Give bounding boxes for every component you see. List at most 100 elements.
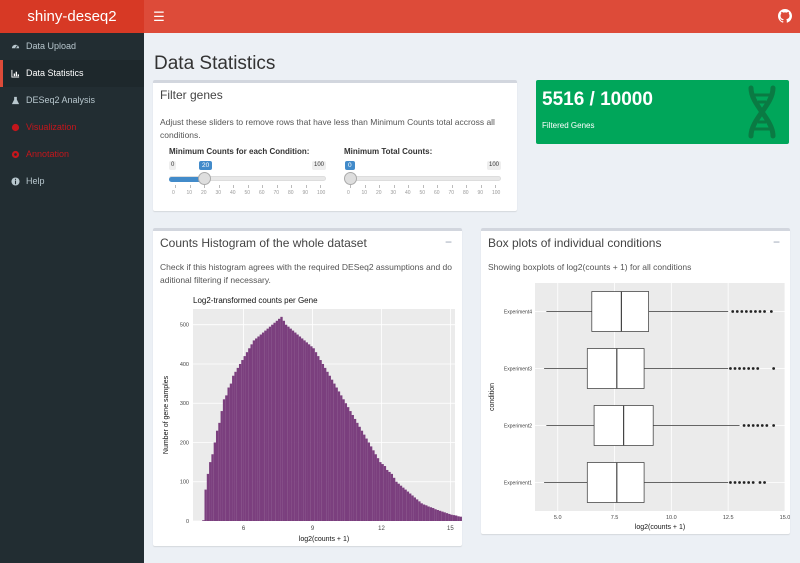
histogram-bar xyxy=(363,434,366,521)
box xyxy=(586,462,645,503)
histogram-chart: 0 100 200 300 400 500 6 9 12 15 Log2-transformed c… xyxy=(163,296,462,543)
outlier-point xyxy=(772,367,776,370)
histogram-bar xyxy=(301,338,304,521)
histogram-bar xyxy=(402,487,405,521)
histogram-bar xyxy=(434,509,437,521)
slider-tick-label: 60 xyxy=(434,190,440,196)
slider-tick xyxy=(276,185,278,188)
x-tick-label: 12 xyxy=(378,526,385,532)
outlier-point xyxy=(729,367,732,370)
slider-tick-label: 0 xyxy=(172,190,175,196)
histogram-bar xyxy=(264,330,267,521)
slider-tick xyxy=(204,185,205,188)
sidebar-item-data-statistics[interactable]: Data Statistics xyxy=(0,60,144,87)
dna-icon xyxy=(748,85,776,139)
histogram-bar xyxy=(335,387,338,521)
x-axis-label: log2(counts + 1) xyxy=(635,524,685,531)
sidebar-item-deseq2-analysis[interactable]: DESeq2 Analysis xyxy=(0,87,144,114)
histogram-bar xyxy=(383,466,387,521)
slider-tick xyxy=(233,185,234,188)
histogram-bar xyxy=(399,485,403,521)
github-icon[interactable] xyxy=(778,9,792,23)
sidebar-item-annotation[interactable]: Annotation xyxy=(0,141,144,168)
slider-min-label: 0 xyxy=(169,161,177,170)
collapse-button[interactable]: − xyxy=(445,235,452,249)
slider-tick xyxy=(466,185,467,188)
histogram-bar xyxy=(241,360,244,521)
slider-tick-label: 50 xyxy=(244,190,251,196)
histogram-bar xyxy=(358,426,361,521)
histogram-bar xyxy=(220,411,223,521)
outlier-point xyxy=(738,367,741,370)
histogram-bar xyxy=(243,356,246,521)
sidebar-item-data-upload[interactable]: Data Upload xyxy=(0,33,144,60)
histogram-bar xyxy=(273,322,276,521)
collapse-button[interactable]: − xyxy=(773,235,780,249)
slider-handle[interactable] xyxy=(344,172,357,185)
slider-tick-label: 80 xyxy=(288,190,294,196)
sidebar-item-help[interactable]: Help xyxy=(0,168,144,195)
histogram-bar xyxy=(452,515,456,521)
histogram-bar xyxy=(459,516,462,521)
slider-tick-label: 10 xyxy=(186,190,193,196)
slider-tick-label: 20 xyxy=(201,190,207,196)
slider-tick xyxy=(262,185,263,188)
histogram-bar xyxy=(413,497,416,521)
histogram-bar xyxy=(284,324,288,521)
histogram-bar xyxy=(425,505,428,521)
histogram-bar xyxy=(310,346,313,521)
histogram-bar xyxy=(294,332,297,521)
outlier-point xyxy=(742,481,746,484)
histogram-bar xyxy=(404,489,407,521)
histogram-bar xyxy=(317,356,320,521)
box xyxy=(586,348,645,389)
boxplots-box: Box plots of individual conditions − Sho… xyxy=(481,228,790,534)
histogram-bar xyxy=(278,318,281,521)
slider-max-label: 100 xyxy=(312,161,327,170)
outlier-point xyxy=(758,481,762,484)
outlier-point xyxy=(763,481,766,484)
y-tick-label: Experiment1 xyxy=(504,481,532,487)
sidebar-item-visualization[interactable]: Visualization xyxy=(0,114,144,141)
slider-tick-label: 60 xyxy=(259,190,265,196)
slider-track[interactable] xyxy=(344,176,501,181)
outlier-point xyxy=(738,481,741,484)
y-tick-label: 0 xyxy=(186,519,189,525)
histogram-bar xyxy=(450,514,453,521)
slider-tick xyxy=(393,185,395,188)
sidebar-item-label: Data Upload xyxy=(26,41,77,51)
y-tick-label: 200 xyxy=(180,440,189,446)
counts-histogram-box: Counts Histogram of the whole dataset − … xyxy=(153,228,462,546)
slider-tick xyxy=(437,185,438,188)
histogram-bar xyxy=(427,506,430,521)
histogram-bar xyxy=(211,454,214,521)
histogram-bar xyxy=(376,458,380,521)
histogram-bar xyxy=(282,320,285,521)
x-tick-label: 12.5 xyxy=(723,515,734,521)
slider-tick-label: 10 xyxy=(361,190,368,196)
sidebar-toggle-icon[interactable]: ☰ xyxy=(150,8,168,25)
filtered-genes-value: 5516 / 10000 xyxy=(542,89,653,110)
slider-tick xyxy=(291,185,292,188)
slider-handle[interactable] xyxy=(198,172,211,185)
x-axis-label: log2(counts + 1) xyxy=(299,536,349,543)
histogram-bar xyxy=(307,344,311,521)
slider-tick xyxy=(379,185,380,188)
histogram-bar xyxy=(381,464,384,521)
histogram-bar xyxy=(397,483,400,521)
filtered-genes-subtitle: Filtered Genes xyxy=(542,121,595,130)
slider-tick xyxy=(422,185,424,188)
histogram-bar xyxy=(432,508,435,521)
histogram-bar xyxy=(392,477,396,521)
min-total-counts-label: Minimum Total Counts: xyxy=(344,147,433,156)
gear-icon xyxy=(11,150,20,159)
app-logo[interactable]: shiny-deseq2 xyxy=(0,0,144,33)
slider-tick xyxy=(247,185,249,188)
histogram-bar xyxy=(418,501,421,521)
filtered-genes-valuebox: 5516 / 10000 Filtered Genes xyxy=(536,80,789,144)
info-icon xyxy=(11,177,20,186)
slider-tick xyxy=(305,185,307,188)
outlier-point xyxy=(751,367,755,370)
histogram-bar xyxy=(379,462,382,521)
slider-tick xyxy=(189,185,191,188)
